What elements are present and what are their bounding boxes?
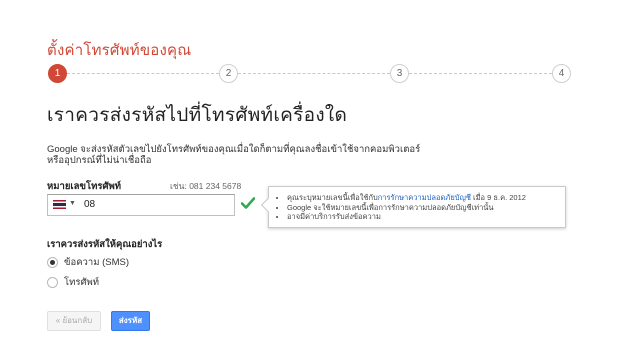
phone-number-label: หมายเลขโทรศัพท์ [47,181,122,192]
voice-call-option[interactable]: โทรศัพท์ [47,275,99,289]
tooltip-item: คุณระบุหมายเลขนี้เพื่อใช้กับการรักษาความ… [287,193,526,203]
back-button[interactable]: « ย้อนกลับ [47,311,101,331]
page-title: ตั้งค่าโทรศัพท์ของคุณ [47,42,192,59]
thailand-flag-icon [53,200,66,209]
sms-radio[interactable] [47,256,58,268]
voice-call-option-label: โทรศัพท์ [64,276,100,288]
delivery-method-label: เราควรส่งรหัสให้คุณอย่างไร [47,239,163,250]
phone-number-input[interactable]: 08 [84,199,95,210]
account-security-link[interactable]: การรักษาความปลอดภัยบัญชี [378,193,471,202]
step-connector [409,73,552,74]
progress-stepper: 1 2 3 4 [48,64,572,84]
sms-option[interactable]: ข้อความ (SMS) [47,255,129,269]
step-1: 1 [48,64,67,83]
country-select[interactable]: ▼ [51,199,79,211]
voice-call-radio[interactable] [47,276,58,288]
sms-option-label: ข้อความ (SMS) [64,256,130,268]
step-2: 2 [219,64,238,83]
step-connector [67,73,219,74]
tooltip-item: Google จะใช้หมายเลขนี้เพื่อการรักษาความป… [287,203,526,213]
step-4: 4 [552,64,571,83]
phone-example-hint: เช่น: 081 234 5678 [170,181,242,191]
chevron-down-icon: ▼ [69,200,76,207]
phone-info-tooltip: คุณระบุหมายเลขนี้เพื่อใช้กับการรักษาความ… [260,186,566,228]
step-connector [238,73,390,74]
checkmark-icon [241,197,255,209]
page-heading: เราควรส่งรหัสไปที่โทรศัพท์เครื่องใด [47,105,348,126]
send-code-button[interactable]: ส่งรหัส [111,311,150,331]
step-3: 3 [390,64,409,83]
tooltip-item: อาจมีค่าบริการรับส่งข้อความ [287,212,526,222]
description-text: Google จะส่งรหัสตัวเลขไปยังโทรศัพท์ของคุ… [47,144,421,166]
phone-number-field[interactable]: ▼ 08 [47,194,235,216]
tooltip-arrow [260,197,276,213]
